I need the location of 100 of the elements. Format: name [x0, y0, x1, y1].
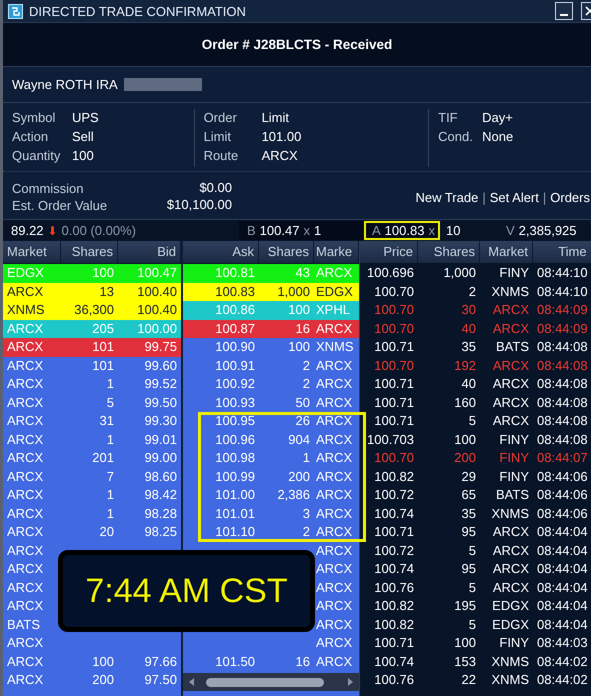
bid-price: 97.66 — [143, 652, 178, 670]
trade-price: 100.72 — [373, 542, 415, 560]
trade-shares: 100 — [453, 634, 477, 652]
column-header[interactable]: Bid — [118, 241, 181, 263]
ask-price: 100.86 — [214, 301, 256, 319]
trade-market: BATS — [495, 338, 530, 356]
bid-shares: 36,300 — [73, 301, 115, 319]
bid-shares: 31 — [98, 412, 115, 430]
trade-shares: 2 — [468, 282, 477, 300]
trade-time: 08:44:06 — [536, 468, 589, 486]
trade-market: ARCX — [492, 394, 530, 412]
ask-shares: 1,000 — [276, 282, 311, 300]
column-header[interactable]: Time — [533, 241, 591, 263]
column-header[interactable]: Ask — [183, 241, 259, 263]
side-label: A — [372, 223, 381, 238]
column-header[interactable]: Price — [360, 241, 418, 263]
trade-market: BATS — [495, 486, 530, 504]
horizontal-scrollbar[interactable] — [183, 673, 359, 691]
trade-time: 08:44:07 — [536, 449, 589, 467]
scroll-left-icon[interactable] — [189, 678, 194, 686]
trade-market: FINY — [498, 430, 530, 448]
ask-shares: 43 — [294, 264, 311, 282]
scroll-thumb[interactable] — [206, 678, 324, 686]
action-link[interactable]: Orders — [550, 190, 590, 204]
bid-price: 98.60 — [143, 468, 178, 486]
order-status-heading: Order # J28BLCTS - Received — [202, 37, 392, 52]
column-header[interactable]: Shares — [61, 241, 118, 263]
trade-shares: 95 — [460, 523, 477, 541]
ask-shares: 2 — [302, 356, 311, 374]
bid-price: 99.00 — [143, 449, 178, 467]
trade-price: 100.74 — [373, 504, 415, 522]
field-label: TIF — [438, 109, 459, 126]
field-label: Cond. — [438, 128, 474, 145]
action-link[interactable]: New Trade — [415, 190, 478, 204]
bid-price: 98.25 — [143, 523, 178, 541]
trade-time: 08:44:03 — [536, 634, 589, 652]
field-value: 100 — [72, 147, 95, 164]
trade-shares: 160 — [453, 394, 477, 412]
link-separator: | — [482, 190, 486, 204]
link-separator: | — [542, 190, 546, 204]
column-header[interactable]: Shares — [418, 241, 480, 263]
trade-price: 100.70 — [373, 356, 415, 374]
trade-market: ARCX — [492, 375, 530, 393]
trade-price: 100.74 — [373, 652, 415, 670]
side-size: 1 — [314, 223, 322, 238]
field-value: Limit — [262, 109, 290, 126]
minimize-button[interactable] — [555, 2, 573, 20]
volume-label: V — [506, 223, 515, 238]
bid-price: 100.40 — [136, 301, 178, 319]
trade-time: 08:44:08 — [536, 412, 589, 430]
account-name: Wayne ROTH IRA — [12, 77, 118, 92]
ask-shares: 2,386 — [276, 486, 311, 504]
trade-price: 100.696 — [366, 264, 415, 282]
ask-price: 100.87 — [214, 320, 256, 338]
cost-label: Commission — [12, 180, 85, 197]
bid-shares: 100 — [91, 264, 115, 282]
trade-price: 100.70 — [373, 301, 415, 319]
trade-market: XNMS — [490, 504, 530, 522]
trade-price: 100.76 — [373, 578, 415, 596]
trade-shares: 30 — [460, 301, 477, 319]
trade-market: ARCX — [492, 356, 530, 374]
column-header[interactable]: Market — [480, 241, 533, 263]
ask-price: 100.98 — [214, 449, 256, 467]
trade-time: 08:44:10 — [536, 264, 589, 282]
bid-price: 99.30 — [143, 412, 178, 430]
trade-price: 100.71 — [373, 338, 415, 356]
trade-shares: 200 — [453, 449, 477, 467]
trade-shares: 153 — [453, 652, 477, 670]
trade-time: 08:44:04 — [536, 523, 589, 541]
trade-shares: 1,000 — [442, 264, 477, 282]
trade-price: 100.72 — [373, 486, 415, 504]
trade-shares: 40 — [460, 375, 477, 393]
trade-shares: 40 — [460, 320, 477, 338]
bid-shares: 1 — [106, 504, 115, 522]
ask-shares: 100 — [287, 338, 311, 356]
trade-time: 08:44:02 — [536, 652, 589, 670]
field-value: None — [482, 128, 514, 145]
bid-shares: 201 — [91, 449, 115, 467]
trade-time: 08:44:08 — [536, 375, 589, 393]
minimize-icon — [560, 14, 568, 16]
trade-price: 100.82 — [373, 468, 415, 486]
trade-time: 08:44:09 — [536, 301, 589, 319]
ask-price: 101.00 — [214, 486, 256, 504]
ask-shares: 1 — [302, 449, 311, 467]
column-header[interactable]: Market — [3, 241, 61, 263]
bid-shares: 100 — [91, 652, 115, 670]
trade-price: 100.70 — [373, 320, 415, 338]
column-header[interactable]: Shares — [259, 241, 314, 263]
trade-market: ARCX — [492, 412, 530, 430]
ask-price: 100.83 — [214, 282, 256, 300]
last-price: 89.22 — [11, 223, 44, 238]
action-link[interactable]: Set Alert — [490, 190, 539, 204]
scroll-right-icon[interactable] — [348, 678, 353, 686]
trade-market: FINY — [498, 449, 530, 467]
field-value: UPS — [72, 109, 100, 126]
trade-price: 100.703 — [366, 430, 415, 448]
clock-time: 7:44 AM CST — [85, 572, 288, 610]
size-separator: x — [428, 223, 435, 238]
ask-shares: 200 — [287, 468, 311, 486]
bid-price: 97.50 — [143, 671, 178, 689]
